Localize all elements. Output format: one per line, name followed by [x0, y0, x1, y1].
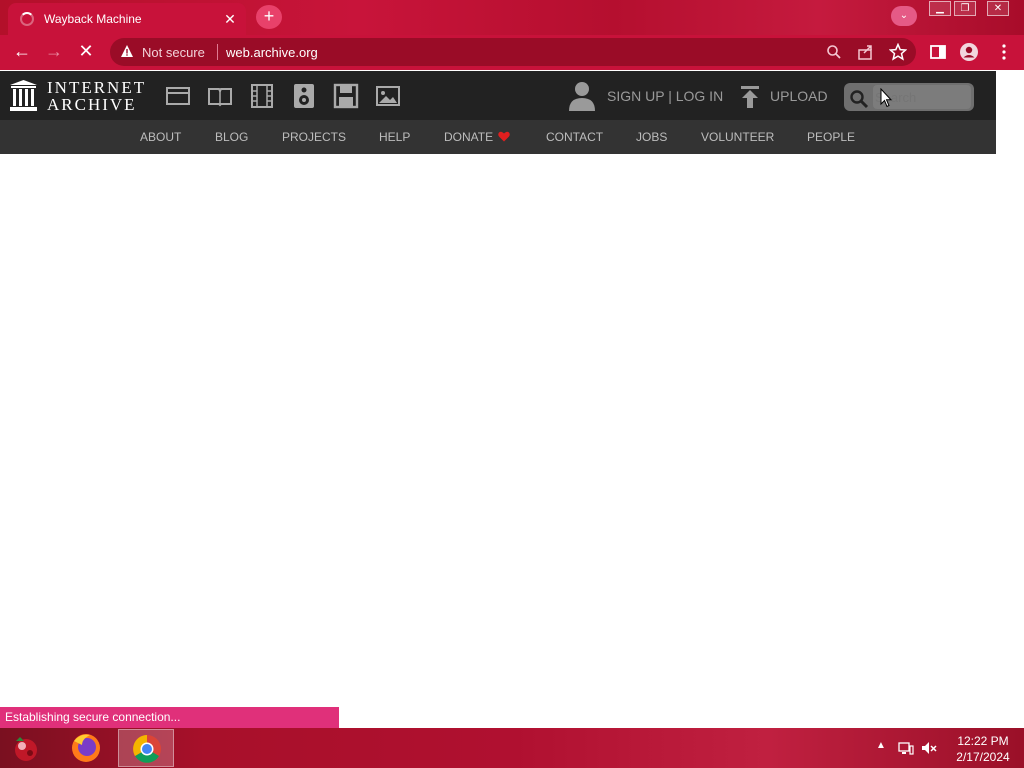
forward-button[interactable]: →: [43, 41, 65, 63]
video-icon[interactable]: [249, 83, 275, 109]
nav-contact[interactable]: CONTACT: [546, 130, 603, 144]
nav-volunteer[interactable]: VOLUNTEER: [701, 130, 774, 144]
stop-loading-button[interactable]: ✕: [75, 41, 97, 63]
upload-icon[interactable]: [740, 86, 760, 108]
nav-projects[interactable]: PROJECTS: [282, 130, 346, 144]
user-icon[interactable]: [567, 80, 597, 112]
start-button-icon[interactable]: [0, 729, 56, 767]
profile-avatar-icon[interactable]: [959, 42, 979, 62]
url-text[interactable]: web.archive.org: [226, 45, 318, 60]
web-icon[interactable]: [165, 83, 191, 109]
nav-donate[interactable]: DONATE: [444, 130, 493, 144]
tray-overflow-icon[interactable]: ▲: [876, 740, 892, 756]
nav-help[interactable]: HELP: [379, 130, 410, 144]
texts-icon[interactable]: [207, 83, 233, 109]
search-icon[interactable]: [849, 89, 869, 109]
logo-line-1: INTERNET: [47, 78, 147, 97]
clock-date: 2/17/2024: [956, 750, 1010, 764]
mouse-cursor-icon: [880, 88, 892, 108]
restore-button[interactable]: ❐: [954, 1, 976, 16]
screen: Wayback Machine ✕ + ⌄ ▁ ❐ ✕ ← → ✕ Not se…: [0, 0, 1024, 768]
back-button[interactable]: ←: [11, 41, 33, 63]
nav-people[interactable]: PEOPLE: [807, 130, 855, 144]
signup-login-link[interactable]: SIGN UP | LOG IN: [607, 88, 723, 104]
logo-line-2: ARCHIVE: [47, 95, 137, 114]
volume-muted-icon[interactable]: [921, 740, 937, 756]
taskbar-clock[interactable]: 12:22 PM 2/17/2024: [950, 733, 1016, 765]
status-bubble: Establishing secure connection...: [0, 707, 339, 728]
chrome-icon: [133, 735, 161, 763]
nav-jobs[interactable]: JOBS: [636, 130, 667, 144]
browser-menu-icon[interactable]: [994, 42, 1014, 62]
not-secure-label[interactable]: Not secure: [142, 45, 205, 60]
chrome-taskbar-button[interactable]: [118, 729, 174, 767]
minimize-button[interactable]: ▁: [929, 1, 951, 16]
audio-icon[interactable]: [291, 83, 317, 109]
tab-search-button[interactable]: ⌄: [891, 6, 917, 26]
warning-icon[interactable]: [120, 44, 134, 58]
omnibox-separator: [217, 44, 218, 60]
images-icon[interactable]: [375, 83, 401, 109]
nav-about[interactable]: ABOUT: [140, 130, 181, 144]
nav-blog[interactable]: BLOG: [215, 130, 248, 144]
clock-time: 12:22 PM: [957, 734, 1009, 748]
bookmark-star-icon[interactable]: [889, 43, 907, 61]
side-panel-icon[interactable]: [928, 42, 948, 62]
internet-archive-wordmark[interactable]: INTERNET ARCHIVE: [47, 79, 146, 113]
tab-close-icon[interactable]: ✕: [222, 11, 238, 28]
heart-icon[interactable]: [498, 131, 510, 142]
share-icon[interactable]: [857, 43, 875, 61]
close-window-button[interactable]: ✕: [987, 1, 1009, 16]
upload-link[interactable]: UPLOAD: [770, 88, 828, 104]
software-icon[interactable]: [333, 83, 359, 109]
internet-archive-logo-icon[interactable]: [10, 80, 37, 111]
loading-spinner-icon: [20, 12, 34, 26]
browser-tab-wayback[interactable]: Wayback Machine ✕: [8, 3, 246, 35]
zoom-search-icon[interactable]: [825, 43, 843, 61]
new-tab-button[interactable]: +: [256, 5, 282, 29]
network-icon[interactable]: [898, 740, 914, 756]
firefox-icon[interactable]: [58, 729, 114, 767]
tab-title: Wayback Machine: [44, 12, 142, 26]
